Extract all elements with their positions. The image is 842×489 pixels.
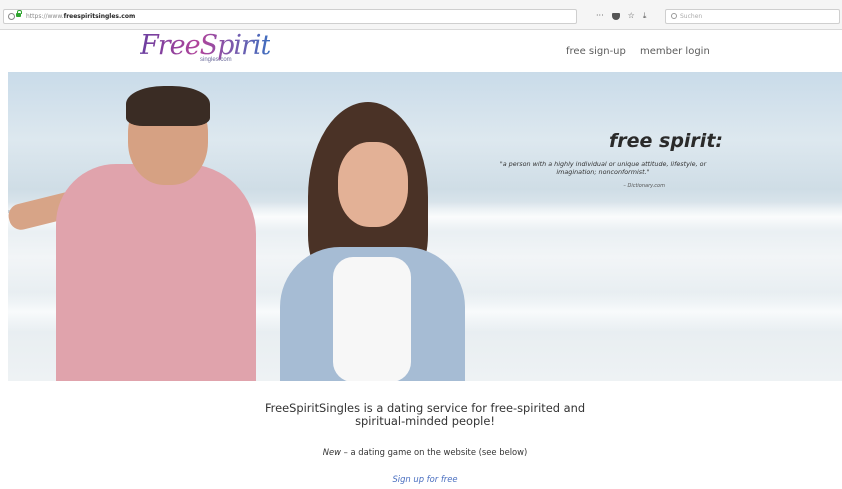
hero-woman-top: [333, 257, 411, 381]
hero-banner: free spirit: "a person with a highly ind…: [8, 72, 842, 381]
sign-up-free-link[interactable]: Sign up for free: [240, 474, 610, 484]
info-icon[interactable]: [8, 13, 15, 20]
site-tagline: FreeSpiritSingles is a dating service fo…: [264, 401, 586, 428]
url-text[interactable]: https://www.freespiritsingles.com: [26, 10, 135, 23]
new-feature-text: – a dating game on the website (see belo…: [340, 447, 528, 457]
star-icon[interactable]: ☆: [628, 10, 635, 22]
site-logo[interactable]: FreeSpirit singles.com: [140, 30, 271, 70]
search-placeholder: Suchen: [680, 13, 703, 20]
nav-free-signup-link[interactable]: free sign-up: [566, 46, 626, 57]
pocket-icon[interactable]: [611, 12, 620, 20]
browser-search-field[interactable]: Suchen: [665, 9, 840, 24]
new-feature-note: New – a dating game on the website (see …: [240, 447, 610, 457]
download-icon[interactable]: ⤓: [643, 10, 647, 22]
hero-title: free spirit:: [608, 130, 723, 152]
address-bar[interactable]: https://www.freespiritsingles.com: [3, 9, 577, 24]
browser-toolbar-icons: ··· ☆ ⤓: [596, 10, 646, 22]
logo-subtitle: singles.com: [200, 57, 232, 63]
nav-member-login-link[interactable]: member login: [640, 46, 710, 57]
browser-toolbar: https://www.freespiritsingles.com ··· ☆ …: [0, 0, 842, 30]
hero-definition-source: – Dictionary.com: [623, 183, 665, 189]
more-actions-icon[interactable]: ···: [596, 10, 604, 22]
hero-definition-text: "a person with a highly individual or un…: [499, 160, 707, 176]
hero-man-hair: [126, 86, 210, 126]
lock-icon[interactable]: [16, 10, 22, 17]
search-icon: [671, 13, 677, 19]
hero-man-shirt: [56, 164, 256, 381]
new-label: New: [322, 447, 341, 457]
hero-woman-face: [338, 142, 408, 227]
